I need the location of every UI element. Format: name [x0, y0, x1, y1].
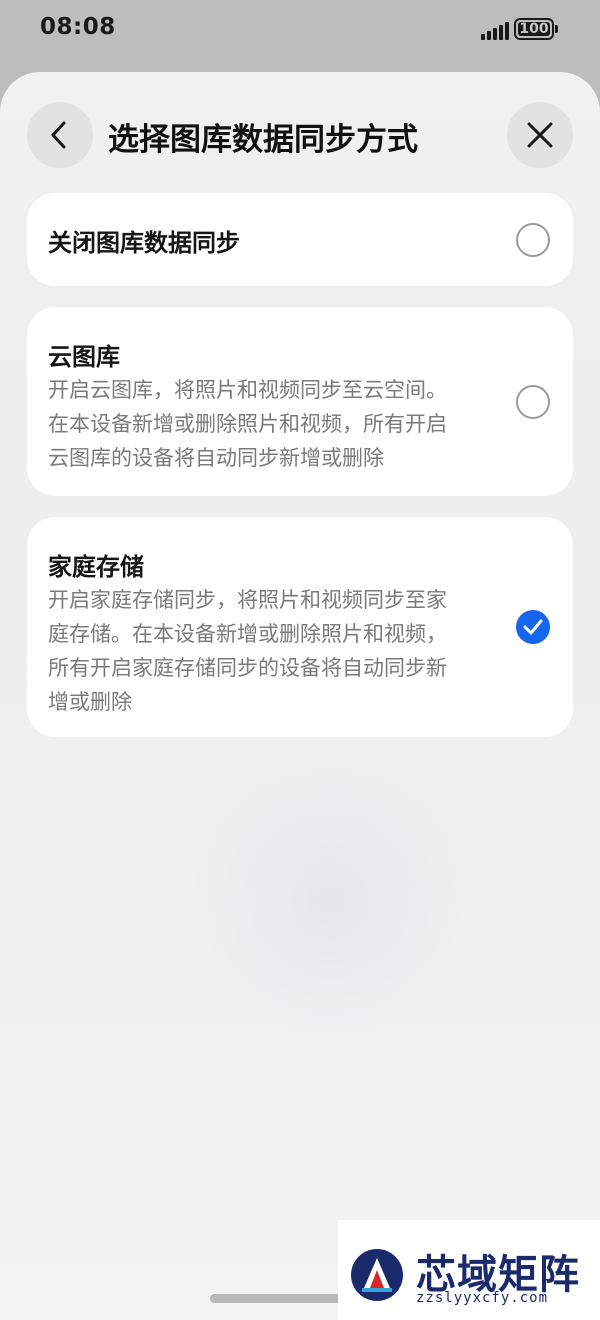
sync-mode-sheet: 选择图库数据同步方式 关闭图库数据同步 云图库 开启云图库，将照片和视频同步至云…	[0, 72, 600, 1320]
option-description-line: 开启家庭存储同步，将照片和视频同步至家	[48, 588, 447, 612]
close-icon	[527, 122, 553, 148]
back-button[interactable]	[27, 102, 93, 168]
status-bar: 08:08 100	[0, 0, 600, 62]
signal-icon	[481, 22, 509, 40]
option-description-line: 在本设备新增或删除照片和视频，所有开启	[48, 412, 447, 436]
close-button[interactable]	[507, 102, 573, 168]
option-description: 开启云图库，将照片和视频同步至云空间。 在本设备新增或删除照片和视频，所有开启 …	[48, 373, 503, 475]
option-title: 家庭存储	[48, 553, 144, 581]
option-description-line: 增或删除	[48, 690, 132, 714]
option-description: 开启家庭存储同步，将照片和视频同步至家 庭存储。在本设备新增或删除照片和视频， …	[48, 583, 503, 719]
chevron-left-icon	[51, 121, 66, 149]
radio-unchecked[interactable]	[516, 223, 550, 257]
battery-level: 100	[518, 21, 550, 37]
option-description-line: 云图库的设备将自动同步新增或删除	[48, 446, 384, 470]
option-title: 关闭图库数据同步	[48, 229, 240, 257]
status-time: 08:08	[40, 14, 116, 40]
checkmark-icon	[523, 619, 543, 635]
radio-unchecked[interactable]	[516, 385, 550, 419]
page-title: 选择图库数据同步方式	[108, 122, 418, 158]
watermark-logo-icon	[351, 1249, 403, 1301]
option-title: 云图库	[48, 343, 120, 371]
option-family-storage[interactable]: 家庭存储 开启家庭存储同步，将照片和视频同步至家 庭存储。在本设备新增或删除照片…	[27, 517, 573, 737]
option-description-line: 所有开启家庭存储同步的设备将自动同步新	[48, 656, 447, 680]
option-disable-sync[interactable]: 关闭图库数据同步	[27, 193, 573, 286]
radio-checked[interactable]	[516, 610, 550, 644]
option-cloud-gallery[interactable]: 云图库 开启云图库，将照片和视频同步至云空间。 在本设备新增或删除照片和视频，所…	[27, 307, 573, 496]
option-description-line: 开启云图库，将照片和视频同步至云空间。	[48, 378, 447, 402]
option-description-line: 庭存储。在本设备新增或删除照片和视频，	[48, 622, 447, 646]
watermark-url: zzslyyxcfy.com	[416, 1290, 549, 1306]
watermark: 芯域矩阵 zzslyyxcfy.com	[338, 1220, 600, 1320]
battery-icon: 100	[514, 18, 562, 42]
